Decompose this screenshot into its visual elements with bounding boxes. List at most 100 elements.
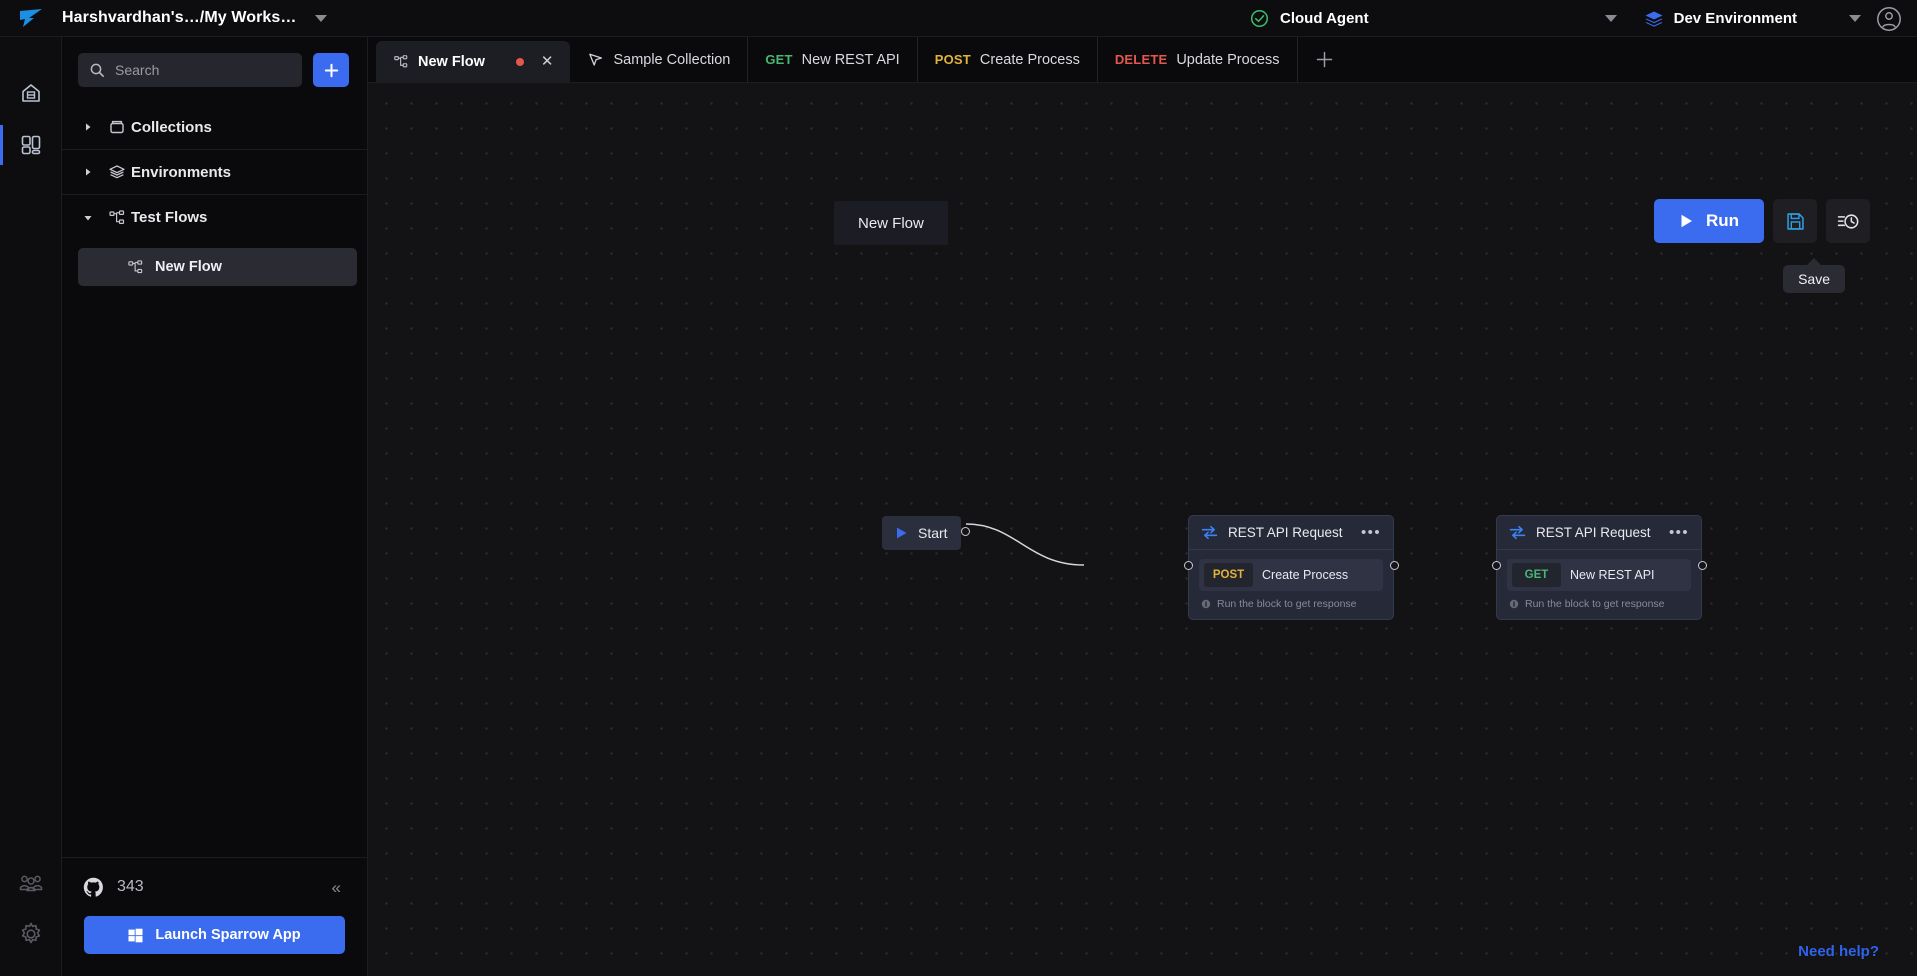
tab-title: New Flow xyxy=(418,53,485,70)
node-title: REST API Request xyxy=(1536,525,1651,540)
cloud-agent-caret-down-icon[interactable] xyxy=(1604,15,1617,22)
sidebar-tree: Collections Environments Test Flows New … xyxy=(62,105,367,286)
rest-exchange-icon xyxy=(1509,525,1526,540)
node2-output-port[interactable] xyxy=(1698,561,1707,570)
info-icon xyxy=(1509,599,1519,609)
workspace-caret-down-icon[interactable] xyxy=(314,14,327,22)
sidebar-flow-new-flow[interactable]: New Flow xyxy=(78,248,357,286)
cloud-agent-selector[interactable]: Cloud Agent xyxy=(1250,0,1617,37)
sidebar-flow-label: New Flow xyxy=(155,259,222,275)
sidebar-item-environments[interactable]: Environments xyxy=(62,150,367,195)
node-start[interactable]: Start xyxy=(882,516,961,550)
node-header: REST API Request ••• xyxy=(1189,516,1393,550)
history-button[interactable] xyxy=(1826,199,1870,243)
node1-output-port[interactable] xyxy=(1390,561,1399,570)
tab-close-icon[interactable]: ✕ xyxy=(541,54,554,69)
tab-update-process[interactable]: DELETE Update Process xyxy=(1098,37,1298,82)
flow-nodes-icon xyxy=(127,259,144,276)
check-circle-icon xyxy=(1250,9,1269,28)
node-rest-api-request-1[interactable]: REST API Request ••• POST Create Process xyxy=(1188,515,1394,620)
rail-item-workspaces[interactable] xyxy=(0,119,62,171)
top-bar: Harshvardhan's…/My Works… Cloud Agent De… xyxy=(0,0,1917,37)
plus-icon xyxy=(1315,50,1334,69)
node2-input-port[interactable] xyxy=(1492,561,1501,570)
node-rest-api-request-2[interactable]: REST API Request ••• GET New REST API Ru… xyxy=(1496,515,1702,620)
tab-method-post: POST xyxy=(934,52,971,67)
github-stars[interactable]: 343 « xyxy=(62,858,367,916)
node-header: REST API Request ••• xyxy=(1497,516,1701,550)
sidebar: Search Collections Environments Test Flo… xyxy=(62,37,368,976)
tab-create-process[interactable]: POST Create Process xyxy=(918,37,1098,82)
environment-caret-down-icon[interactable] xyxy=(1849,15,1861,22)
environment-selector[interactable]: Dev Environment xyxy=(1644,10,1861,28)
node-request-row[interactable]: POST Create Process xyxy=(1199,559,1383,591)
rail-item-settings[interactable] xyxy=(0,908,62,960)
node-start-label: Start xyxy=(918,525,948,541)
node1-input-port[interactable] xyxy=(1184,561,1193,570)
caret-down-icon[interactable] xyxy=(83,213,103,223)
sidebar-item-test-flows[interactable]: Test Flows xyxy=(62,195,367,240)
grid-squares-icon xyxy=(19,133,43,157)
search-placeholder: Search xyxy=(115,62,160,78)
main-area: New Flow ✕ Sample Collection GET New RES… xyxy=(368,37,1917,976)
user-circle-icon[interactable] xyxy=(1861,6,1917,32)
users-icon xyxy=(18,871,44,893)
sidebar-footer: 343 « Launch Sparrow App xyxy=(62,857,367,976)
add-tab-button[interactable] xyxy=(1298,37,1352,82)
tab-title: Update Process xyxy=(1176,51,1280,68)
tab-bar: New Flow ✕ Sample Collection GET New RES… xyxy=(368,37,1917,83)
sidebar-item-collections[interactable]: Collections xyxy=(62,105,367,150)
need-help-link[interactable]: Need help? xyxy=(1798,943,1879,960)
layers-icon xyxy=(103,163,131,181)
top-bar-right: Dev Environment xyxy=(1644,0,1917,37)
node-footer-text: Run the block to get response xyxy=(1217,598,1357,610)
collapse-sidebar-button[interactable]: « xyxy=(332,879,341,896)
save-tooltip: Save xyxy=(1783,265,1845,293)
node-ellipsis-icon[interactable]: ••• xyxy=(1669,525,1689,540)
search-icon xyxy=(89,62,105,78)
node-request-name: Create Process xyxy=(1262,568,1349,582)
play-icon xyxy=(895,526,908,540)
caret-right-icon[interactable] xyxy=(83,167,103,177)
node-ellipsis-icon[interactable]: ••• xyxy=(1361,525,1381,540)
node-footer-text: Run the block to get response xyxy=(1525,598,1665,610)
icon-rail xyxy=(0,37,62,976)
sparrow-bird-logo-icon[interactable] xyxy=(0,7,62,29)
node-request-row[interactable]: GET New REST API xyxy=(1507,559,1691,591)
canvas-actions: Run xyxy=(1654,199,1870,243)
node-method-get: GET xyxy=(1512,563,1561,587)
add-new-button[interactable] xyxy=(313,53,349,87)
flow-name-chip[interactable]: New Flow xyxy=(834,201,948,245)
layers-icon xyxy=(1644,10,1664,28)
info-icon xyxy=(1201,599,1211,609)
collection-box-icon xyxy=(103,118,131,136)
rail-item-home[interactable] xyxy=(0,67,62,119)
home-icon xyxy=(19,81,43,105)
plus-icon xyxy=(323,62,340,79)
launch-sparrow-app-button[interactable]: Launch Sparrow App xyxy=(84,916,345,954)
flow-nodes-icon xyxy=(103,209,131,227)
node-method-post: POST xyxy=(1204,563,1253,587)
run-button-label: Run xyxy=(1705,211,1740,230)
tab-method-get: GET xyxy=(765,52,793,67)
search-input[interactable]: Search xyxy=(78,53,302,87)
save-button[interactable] xyxy=(1773,199,1817,243)
node-body: GET New REST API xyxy=(1497,550,1701,591)
tab-title: Create Process xyxy=(979,51,1080,68)
caret-right-icon[interactable] xyxy=(83,122,103,132)
tab-sample-collection[interactable]: Sample Collection xyxy=(570,37,749,82)
body: Search Collections Environments Test Flo… xyxy=(0,37,1917,976)
send-paperplane-icon xyxy=(587,51,604,68)
workspace-name[interactable]: Harshvardhan's…/My Works… xyxy=(62,9,297,27)
environment-label: Dev Environment xyxy=(1673,10,1797,27)
rail-item-team[interactable] xyxy=(0,856,62,908)
run-button[interactable]: Run xyxy=(1654,199,1764,243)
cloud-agent-label: Cloud Agent xyxy=(1280,10,1369,27)
tab-new-flow[interactable]: New Flow ✕ xyxy=(376,41,571,82)
launch-button-label: Launch Sparrow App xyxy=(155,927,301,943)
floppy-save-icon xyxy=(1785,211,1806,232)
tab-new-rest-api[interactable]: GET New REST API xyxy=(748,37,918,82)
flow-canvas[interactable]: New Flow Run Save Start REST API Request… xyxy=(368,83,1917,976)
tab-unsaved-dot-icon xyxy=(515,57,524,66)
start-output-port[interactable] xyxy=(961,527,970,536)
